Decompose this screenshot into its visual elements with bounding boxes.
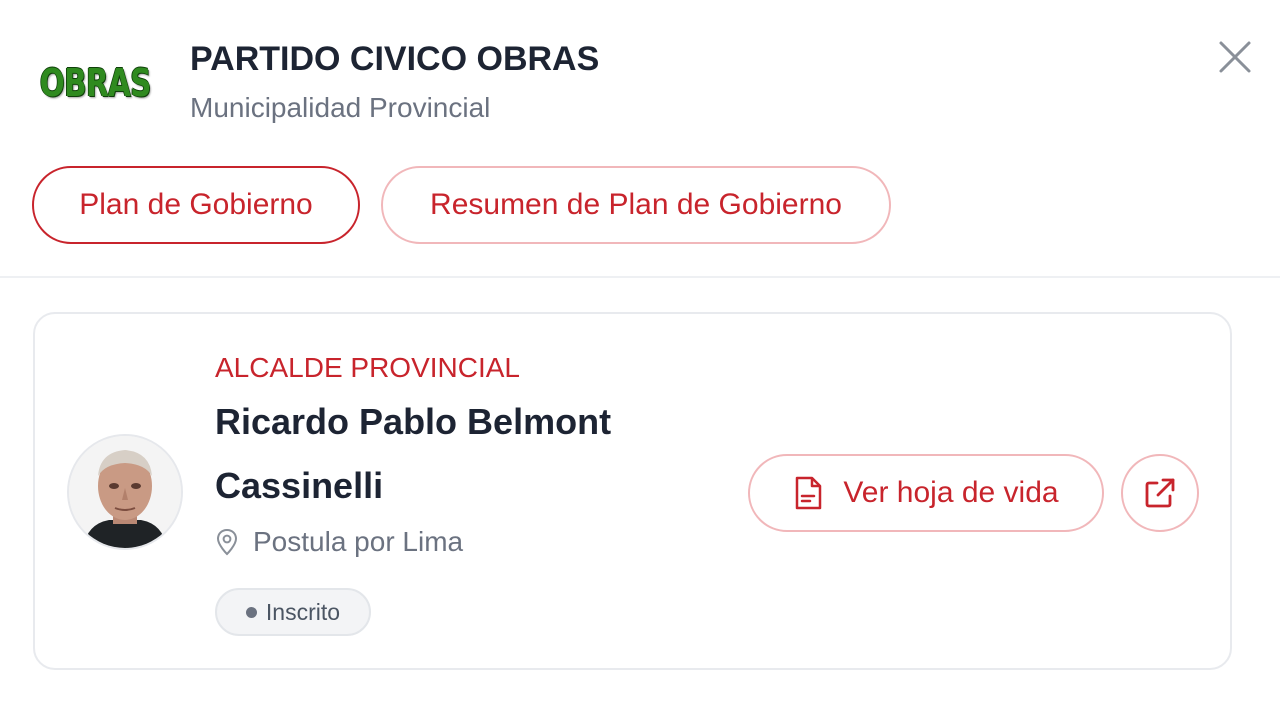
- plan-de-gobierno-button[interactable]: Plan de Gobierno: [32, 166, 360, 244]
- candidate-card: ALCALDE PROVINCIAL Ricardo Pablo Belmont…: [33, 312, 1232, 670]
- close-button[interactable]: [1212, 34, 1258, 80]
- plan-de-gobierno-label: Plan de Gobierno: [79, 188, 313, 221]
- close-icon: [1219, 41, 1251, 73]
- status-badge: Inscrito: [215, 588, 371, 636]
- map-pin-icon: [215, 528, 241, 556]
- external-link-button[interactable]: [1121, 454, 1199, 532]
- candidate-role: ALCALDE PROVINCIAL: [215, 352, 520, 383]
- party-logo-text: OBRAS: [39, 61, 151, 105]
- candidate-photo: [69, 436, 181, 548]
- external-link-icon: [1145, 478, 1175, 508]
- candidate-location-text: Postula por Lima: [253, 526, 464, 557]
- candidate-name: Ricardo Pablo Belmont Cassinelli: [215, 401, 612, 506]
- candidate-location: Postula por Lima: [215, 522, 463, 562]
- resumen-plan-label: Resumen de Plan de Gobierno: [430, 188, 842, 221]
- party-subtitle: Municipalidad Provincial: [190, 92, 491, 123]
- party-header: OBRAS PARTIDO CIVICO OBRAS Municipalidad…: [0, 0, 1280, 278]
- ver-hoja-de-vida-label: Ver hoja de vida: [843, 476, 1059, 509]
- party-name: PARTIDO CIVICO OBRAS: [190, 40, 600, 78]
- candidate-avatar: [67, 434, 183, 550]
- document-icon: [793, 475, 823, 511]
- resumen-plan-button[interactable]: Resumen de Plan de Gobierno: [381, 166, 891, 244]
- party-detail-panel: OBRAS PARTIDO CIVICO OBRAS Municipalidad…: [0, 0, 1280, 718]
- status-dot: [245, 606, 257, 618]
- party-logo: OBRAS: [39, 60, 151, 106]
- ver-hoja-de-vida-button[interactable]: Ver hoja de vida: [748, 454, 1104, 532]
- status-badge-label: Inscrito: [265, 598, 341, 625]
